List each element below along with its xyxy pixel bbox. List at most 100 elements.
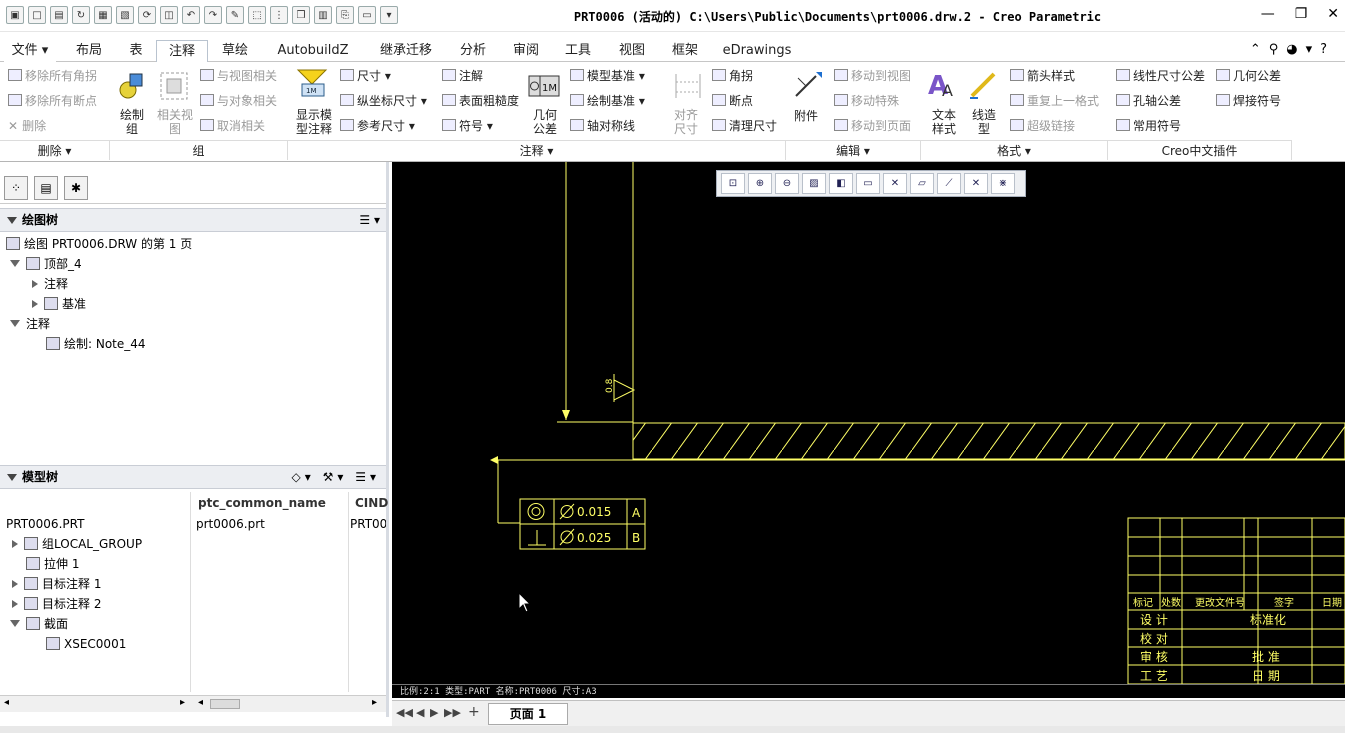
restore-button[interactable]: ❐ [1295, 6, 1308, 22]
tab-sketch[interactable]: 草绘 [210, 40, 260, 62]
move-to-view-button[interactable]: 移动到视图 [834, 69, 911, 83]
saved-views-icon[interactable]: ▭ [856, 173, 880, 194]
tree-item-annotations[interactable]: 注释 [32, 275, 68, 293]
axis-display-icon[interactable]: ⟋ [937, 173, 961, 194]
plugin-geo-tolerance-button[interactable]: 几何公差 [1216, 69, 1281, 83]
note-button[interactable]: 注解 [442, 69, 483, 83]
repeat-last-format-button[interactable]: 重复上一格式 [1010, 94, 1099, 108]
column-header-cind[interactable]: CIND [355, 492, 388, 514]
model-tree-tools-icon[interactable]: ◇▾ ⚒▾ ☰▾ [292, 466, 380, 488]
weld-symbol-button[interactable]: 焊接符号 [1216, 94, 1281, 108]
tab-legacy-migration[interactable]: 继承迁移 [366, 40, 446, 62]
symmetry-line-button[interactable]: 轴对称线 [570, 119, 635, 133]
scroll-right-icon[interactable]: ▸ [180, 697, 185, 708]
drawing-canvas[interactable]: 0.8 0.015 A 0.025 B 标记 处数 更改文件号 签字 日期 设 … [392, 162, 1345, 684]
model-tree-header[interactable]: 模型树 ◇▾ ⚒▾ ☰▾ [0, 465, 386, 489]
relate-to-object-button[interactable]: 与对象相关 [200, 94, 277, 108]
scroll-right-icon[interactable]: ▸ [372, 697, 377, 708]
tab-review[interactable]: 审阅 [502, 40, 550, 62]
align-dimensions-button[interactable]: 对齐尺寸 [672, 108, 700, 136]
group-label-annotate[interactable]: 注释 ▾ [288, 140, 786, 160]
show-model-annotations-button[interactable]: 显示模型注释 [292, 108, 336, 136]
break-button[interactable]: 断点 [712, 94, 753, 108]
tree-item-top4[interactable]: 顶部_4 [10, 255, 82, 273]
first-page-icon[interactable]: ◀◀ [396, 706, 413, 719]
model-datum-button[interactable]: 模型基准 ▾ [570, 69, 645, 83]
tab-tools[interactable]: 工具 [554, 40, 602, 62]
geometric-tolerance-button[interactable]: 几何公差 [530, 108, 560, 136]
attachment-button[interactable]: 附件 [794, 109, 818, 123]
help-icons[interactable]: ⌃⚲◕▾? [1250, 42, 1335, 57]
point-display-icon[interactable]: ✕ [964, 173, 988, 194]
model-tree-tab-icon[interactable]: ⁘ [4, 176, 28, 200]
group-label-edit[interactable]: 编辑 ▾ [786, 140, 921, 160]
tab-file[interactable]: 文件 ▾ [4, 40, 56, 62]
tab-view[interactable]: 视图 [608, 40, 656, 62]
tab-edrawings[interactable]: eDrawings [714, 40, 800, 62]
relate-to-view-button[interactable]: 与视图相关 [200, 69, 277, 83]
tab-table[interactable]: 表 [116, 40, 156, 62]
linear-dim-tolerance-button[interactable]: 线性尺寸公差 [1116, 69, 1205, 83]
move-to-page-button[interactable]: 移动到页面 [834, 119, 911, 133]
settings-menu-icon[interactable]: ☰ ▾ [359, 209, 380, 231]
zoom-out-icon[interactable]: ⊖ [775, 173, 799, 194]
tree-item-target-annotation1[interactable]: 目标注释 1 [12, 575, 101, 593]
tree-item-root-part[interactable]: PRT0006.PRT [6, 515, 84, 533]
unrelate-button[interactable]: 取消相关 [200, 119, 265, 133]
group-label-format[interactable]: 格式 ▾ [921, 140, 1108, 160]
add-page-icon[interactable]: + [468, 704, 480, 720]
tree-item-xsec0001[interactable]: XSEC0001 [46, 635, 126, 653]
tree-item-extrude1[interactable]: 拉伸 1 [26, 555, 79, 573]
drawing-tree-header[interactable]: 绘图树 ☰ ▾ [0, 208, 386, 232]
tab-annotate[interactable]: 注释 [156, 40, 208, 63]
tree-item-drawing-page[interactable]: 绘图 PRT0006.DRW 的第 1 页 [6, 235, 192, 253]
surface-finish-button[interactable]: 表面粗糙度 [442, 94, 519, 108]
repaint-icon[interactable]: ▨ [802, 173, 826, 194]
hyperlink-button[interactable]: 超级链接 [1010, 119, 1075, 133]
last-page-icon[interactable]: ▶▶ [444, 706, 461, 719]
column-header-common-name[interactable]: ptc_common_name [198, 492, 326, 514]
symbol-button[interactable]: 符号 ▾ [442, 119, 493, 133]
move-special-button[interactable]: 移动特殊 [834, 94, 899, 108]
minimize-button[interactable]: — [1261, 6, 1275, 22]
next-page-icon[interactable]: ▶ [430, 706, 438, 719]
tree-item-datums[interactable]: 基准 [32, 295, 86, 313]
remove-all-breaks-button[interactable]: 移除所有断点 [8, 94, 97, 108]
tree-item-target-annotation2[interactable]: 目标注释 2 [12, 595, 101, 613]
tab-frame[interactable]: 框架 [660, 40, 710, 62]
tab-analysis[interactable]: 分析 [450, 40, 496, 62]
delete-button[interactable]: ✕ 删除 [8, 119, 46, 133]
draft-datum-button[interactable]: 绘制基准 ▾ [570, 94, 645, 108]
zoom-in-icon[interactable]: ⊕ [748, 173, 772, 194]
tree-item-local-group[interactable]: 组LOCAL_GROUP [12, 535, 142, 553]
ordinate-dimension-button[interactable]: 纵坐标尺寸 ▾ [340, 94, 427, 108]
arrow-style-button[interactable]: 箭头样式 [1010, 69, 1075, 83]
refit-icon[interactable]: ⊡ [721, 173, 745, 194]
text-style-button[interactable]: 文本样式 [930, 108, 958, 136]
line-style-button[interactable]: 线造型 [970, 108, 998, 136]
related-view-button[interactable]: 相关视图 [156, 108, 194, 136]
tree-item-note44[interactable]: 绘制: Note_44 [46, 335, 146, 353]
tab-layout[interactable]: 布局 [66, 40, 112, 62]
remove-all-jogs-button[interactable]: 移除所有角拐 [8, 69, 97, 83]
page-tab[interactable]: 页面 1 [488, 703, 568, 725]
scroll-thumb[interactable] [210, 699, 240, 709]
scroll-left-icon[interactable]: ◂ [4, 697, 9, 708]
reference-dimension-button[interactable]: 参考尺寸 ▾ [340, 119, 415, 133]
display-style-icon[interactable]: ◧ [829, 173, 853, 194]
favorites-tab-icon[interactable]: ✱ [64, 176, 88, 200]
dimension-button[interactable]: 尺寸 ▾ [340, 69, 391, 83]
tree-item-section[interactable]: 截面 [10, 615, 68, 633]
plane-display-icon[interactable]: ▱ [910, 173, 934, 194]
common-symbols-button[interactable]: 常用符号 [1116, 119, 1181, 133]
draw-group-button[interactable]: 绘制组 [116, 108, 148, 136]
tab-autobuildz[interactable]: AutobuildZ [264, 40, 362, 62]
scroll-left-icon[interactable]: ◂ [198, 697, 203, 708]
group-label-delete[interactable]: 删除 ▾ [0, 140, 110, 160]
horizontal-scrollbar[interactable]: ◂ ▸ ◂ ▸ [0, 695, 386, 712]
hole-shaft-tolerance-button[interactable]: 孔轴公差 [1116, 94, 1181, 108]
cleanup-dimensions-button[interactable]: 清理尺寸 [712, 119, 777, 133]
csys-display-icon[interactable]: ⋇ [991, 173, 1015, 194]
folder-browser-tab-icon[interactable]: ▤ [34, 176, 58, 200]
jog-button[interactable]: 角拐 [712, 69, 753, 83]
